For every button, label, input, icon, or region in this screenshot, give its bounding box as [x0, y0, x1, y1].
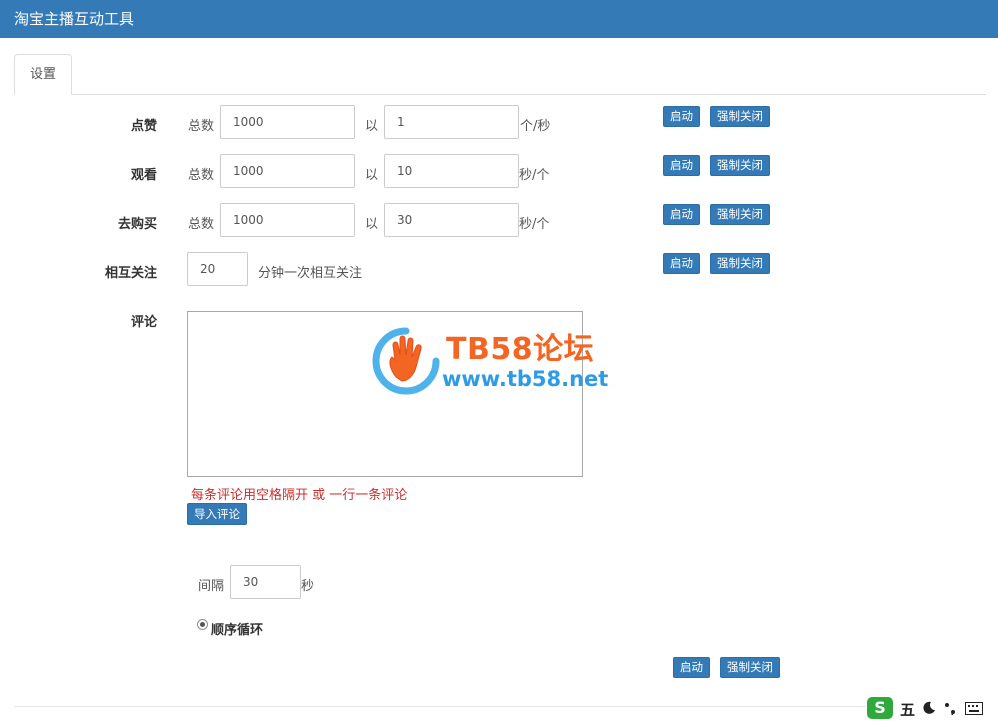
sogou-logo-icon[interactable]: S: [867, 697, 893, 719]
comment-interval-unit: 秒: [301, 579, 315, 594]
comments-textarea[interactable]: [187, 311, 583, 477]
comments-start-button[interactable]: 启动: [673, 657, 710, 678]
comment-interval-input[interactable]: 30: [230, 565, 301, 599]
follow-start-button[interactable]: 启动: [663, 253, 700, 274]
tab-settings[interactable]: 设置: [14, 54, 72, 95]
watch-unit: 秒/个: [519, 168, 550, 183]
tab-strip-border: [14, 94, 986, 95]
watch-stop-button[interactable]: 强制关闭: [710, 155, 770, 176]
comments-label: 评论: [130, 315, 157, 330]
watch-total-input[interactable]: 1000: [220, 154, 355, 188]
punctuation-icon[interactable]: [943, 700, 959, 716]
sequential-loop-radio[interactable]: [197, 619, 208, 630]
moon-icon[interactable]: [922, 701, 936, 715]
buy-label: 去购买: [117, 217, 157, 232]
watch-start-button[interactable]: 启动: [663, 155, 700, 176]
buy-rate-prefix: 以: [365, 217, 379, 232]
watch-rate-input[interactable]: 10: [384, 154, 519, 188]
watch-label: 观看: [130, 168, 157, 183]
comments-stop-button[interactable]: 强制关闭: [720, 657, 780, 678]
follow-stop-button[interactable]: 强制关闭: [710, 253, 770, 274]
like-total-label: 总数: [188, 119, 215, 134]
ime-mode-label[interactable]: 五: [900, 699, 915, 720]
ime-toolbar[interactable]: S 五: [866, 697, 998, 721]
follow-label: 相互关注: [104, 266, 157, 281]
like-rate-prefix: 以: [365, 119, 379, 134]
watch-total-label: 总数: [188, 168, 215, 183]
buy-total-label: 总数: [188, 217, 215, 232]
buy-unit: 秒/个: [519, 217, 550, 232]
like-total-input[interactable]: 1000: [220, 105, 355, 139]
like-stop-button[interactable]: 强制关闭: [710, 106, 770, 127]
sequential-loop-label: 顺序循环: [211, 623, 264, 638]
buy-total-input[interactable]: 1000: [220, 203, 355, 237]
like-start-button[interactable]: 启动: [663, 106, 700, 127]
like-label: 点赞: [130, 119, 157, 134]
like-unit: 个/秒: [520, 119, 551, 134]
buy-rate-input[interactable]: 30: [384, 203, 519, 237]
keyboard-icon[interactable]: [965, 702, 983, 715]
comment-interval-label: 间隔: [198, 579, 225, 594]
buy-start-button[interactable]: 启动: [663, 204, 700, 225]
watch-rate-prefix: 以: [365, 168, 379, 183]
import-comments-button[interactable]: 导入评论: [187, 503, 247, 525]
app-title: 淘宝主播互动工具: [14, 10, 135, 28]
like-rate-input[interactable]: 1: [384, 105, 519, 139]
follow-interval-input[interactable]: 20: [187, 252, 248, 286]
comments-hint: 每条评论用空格隔开 或 一行一条评论: [191, 488, 408, 503]
buy-stop-button[interactable]: 强制关闭: [710, 204, 770, 225]
title-bar: 淘宝主播互动工具: [0, 0, 998, 38]
follow-unit: 分钟一次相互关注: [258, 266, 363, 281]
footer-divider: [14, 706, 986, 707]
